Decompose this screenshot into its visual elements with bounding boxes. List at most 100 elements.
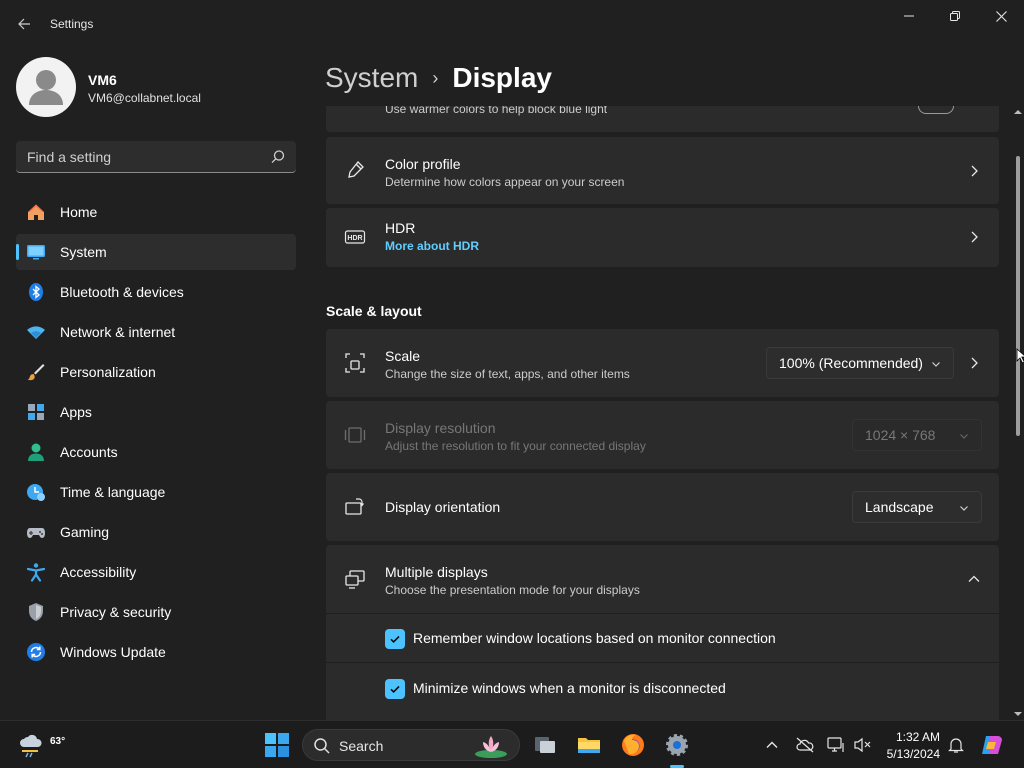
scroll-down-arrow-icon[interactable] [1014, 710, 1022, 718]
minimize-icon [904, 15, 914, 17]
color-profile-card[interactable]: Color profile Determine how colors appea… [326, 137, 999, 204]
chevron-up-icon[interactable] [967, 572, 981, 586]
multiple-displays-icon [344, 568, 366, 590]
night-light-subtitle: Use warmer colors to help block blue lig… [385, 106, 608, 116]
taskbar: 63° Search 1:32 AM 5/13/2024 [0, 720, 1024, 768]
sidebar-item-label: Accessibility [60, 564, 137, 580]
firefox-icon [622, 734, 644, 756]
task-view-button[interactable] [530, 730, 560, 760]
night-light-toggle[interactable] [918, 106, 954, 114]
system-icon [26, 242, 46, 262]
sidebar-item-network[interactable]: Network & internet [16, 314, 296, 350]
chevron-down-icon [960, 506, 968, 511]
accounts-icon [26, 442, 46, 462]
sidebar-item-accounts[interactable]: Accounts [16, 434, 296, 470]
scale-card[interactable]: Scale Change the size of text, apps, and… [326, 329, 999, 397]
sidebar-item-label: Gaming [60, 524, 110, 540]
resolution-subtitle: Adjust the resolution to fit your connec… [385, 439, 646, 453]
file-explorer-button[interactable] [574, 730, 604, 760]
hdr-card[interactable]: HDR HDR More about HDR [326, 208, 999, 267]
show-hidden-icons-button[interactable] [762, 735, 782, 755]
volume-tray[interactable] [852, 735, 872, 755]
display-settings-content: Use warmer colors to help block blue lig… [326, 106, 1000, 720]
sidebar-item-label: Personalization [60, 364, 156, 380]
copilot-button[interactable] [980, 733, 1004, 757]
chevron-right-icon [967, 356, 981, 370]
folder-icon [578, 738, 600, 753]
scale-subtitle: Change the size of text, apps, and other… [385, 367, 630, 381]
sidebar-item-windows-update[interactable]: Windows Update [16, 634, 296, 670]
resolution-title: Display resolution [385, 420, 496, 436]
color-profile-subtitle: Determine how colors appear on your scre… [385, 175, 625, 189]
checkmark-icon [390, 635, 400, 644]
breadcrumb: System › Display [325, 58, 552, 98]
sidebar-item-system[interactable]: System [16, 234, 296, 270]
sidebar-item-apps[interactable]: Apps [16, 394, 296, 430]
multiple-displays-subtitle: Choose the presentation mode for your di… [385, 583, 640, 597]
close-icon [995, 10, 1007, 22]
remember-window-locations-checkbox[interactable] [385, 629, 405, 649]
multiple-displays-title: Multiple displays [385, 564, 488, 580]
scale-title: Scale [385, 348, 421, 364]
windows-update-icon [26, 642, 46, 662]
mouse-cursor-icon [1016, 348, 1024, 364]
taskbar-search[interactable]: Search [302, 729, 520, 761]
content-scrollbar[interactable] [1012, 106, 1024, 720]
home-icon [26, 202, 46, 222]
title-bar: Settings [0, 0, 1024, 48]
onedrive-tray[interactable] [795, 735, 815, 755]
remember-window-locations-row[interactable]: Remember window locations based on monit… [326, 614, 999, 662]
display-orientation-card[interactable]: Display orientation Landscape [326, 473, 999, 541]
settings-search-box [16, 141, 296, 173]
sidebar-item-home[interactable]: Home [16, 194, 296, 230]
scale-dropdown[interactable]: 100% (Recommended) [766, 347, 954, 379]
notifications-button[interactable] [946, 735, 966, 755]
minimize-windows-row[interactable]: Minimize windows when a monitor is disco… [326, 663, 999, 720]
search-icon[interactable] [270, 149, 286, 165]
multiple-displays-card[interactable]: Multiple displays Choose the presentatio… [326, 545, 999, 613]
settings-app-button[interactable] [662, 730, 692, 760]
back-button[interactable] [12, 10, 36, 38]
sidebar-item-bluetooth[interactable]: Bluetooth & devices [16, 274, 296, 310]
copilot-icon [982, 736, 1002, 754]
sidebar-item-label: Apps [60, 404, 92, 420]
sidebar-item-accessibility[interactable]: Accessibility [16, 554, 296, 590]
orientation-dropdown[interactable]: Landscape [852, 491, 982, 523]
clock-time[interactable]: 1:32 AM [880, 730, 940, 744]
sidebar-item-gaming[interactable]: Gaming [16, 514, 296, 550]
sidebar-item-privacy-security[interactable]: Privacy & security [16, 594, 296, 630]
more-about-hdr-link[interactable]: More about HDR [385, 239, 479, 253]
night-light-card[interactable]: Use warmer colors to help block blue lig… [326, 106, 999, 132]
weather-widget[interactable]: 63° [18, 729, 65, 761]
minimize-windows-checkbox[interactable] [385, 679, 405, 699]
cloud-offline-icon [796, 737, 814, 753]
network-tray[interactable] [826, 735, 846, 755]
scale-value: 100% (Recommended) [779, 355, 923, 371]
sidebar-item-time-language[interactable]: Time & language [16, 474, 296, 510]
restore-button[interactable] [932, 4, 978, 28]
minimize-windows-label: Minimize windows when a monitor is disco… [413, 680, 726, 696]
start-button[interactable] [262, 730, 292, 760]
sidebar-item-label: Accounts [60, 444, 118, 460]
settings-search-input[interactable] [16, 141, 266, 172]
sidebar-item-personalization[interactable]: Personalization [16, 354, 296, 390]
search-icon [314, 738, 330, 754]
breadcrumb-parent[interactable]: System [325, 62, 418, 94]
sidebar-item-label: Home [60, 204, 98, 220]
chevron-right-icon [967, 164, 981, 178]
lotus-icon [475, 736, 507, 758]
task-view-icon [535, 737, 555, 753]
resolution-value: 1024 × 768 [865, 427, 936, 443]
checkmark-icon [390, 685, 400, 694]
sidebar-item-label: Windows Update [60, 644, 166, 660]
firefox-button[interactable] [618, 730, 648, 760]
scroll-up-arrow-icon[interactable] [1014, 108, 1022, 116]
scrollbar-thumb[interactable] [1016, 156, 1020, 436]
page-title: Display [452, 62, 552, 93]
close-button[interactable] [978, 4, 1024, 28]
minimize-button[interactable] [886, 4, 932, 28]
hdr-title: HDR [385, 220, 416, 236]
clock-date[interactable]: 5/13/2024 [880, 747, 940, 761]
chevron-up-icon [766, 741, 778, 748]
network-monitor-icon [827, 737, 844, 752]
